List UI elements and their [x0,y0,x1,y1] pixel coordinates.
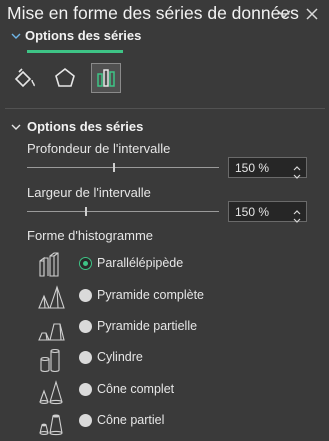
fill-line-icon [14,68,35,88]
radio-box[interactable] [79,257,92,270]
radio-partial-cone[interactable] [79,414,92,427]
gap-width-slider-thumb[interactable] [84,207,87,216]
series-options-bars-icon [97,69,115,87]
spin-up-icon[interactable] [292,159,302,171]
tab-series-options-label: Options des séries [25,28,142,43]
chevron-down-icon [11,124,21,130]
section-series-options[interactable]: Options des séries [11,119,143,134]
radio-full-cone[interactable] [79,383,92,396]
close-icon[interactable] [302,4,322,24]
active-tab-underline [27,50,123,53]
full-pyramid-shape-icon [37,284,65,310]
column-shape-label: Forme d'histogramme [27,228,154,243]
gap-width-spinner[interactable]: 150 % [228,201,307,223]
gap-depth-label: Profondeur de l'intervalle [27,141,171,156]
spin-up-icon[interactable] [292,203,302,215]
spin-down-icon[interactable] [292,212,302,223]
partial-cone-shape-icon [37,410,65,436]
series-options-button[interactable] [91,63,121,93]
option-label-partial-cone[interactable]: Cône partiel [97,413,164,427]
option-label-partial-pyramid[interactable]: Pyramide partielle [97,319,197,333]
chevron-down-icon[interactable] [274,4,294,24]
section-title: Options des séries [27,119,144,134]
divider [5,108,325,109]
gap-width-label: Largeur de l'intervalle [27,185,151,200]
gap-width-value: 150 % [235,205,270,219]
radio-full-pyramid[interactable] [79,289,92,302]
partial-pyramid-shape-icon [37,316,65,342]
tab-series-options[interactable]: Options des séries [11,28,141,43]
gap-depth-spinner[interactable]: 150 % [228,157,307,179]
full-cone-shape-icon [37,379,65,405]
radio-cylinder[interactable] [79,351,92,364]
box-shape-icon [37,252,65,278]
gap-depth-slider[interactable] [27,167,219,168]
cylinder-shape-icon [37,347,65,373]
option-label-cylinder[interactable]: Cylindre [97,350,143,364]
effects-button[interactable] [50,63,80,93]
radio-partial-pyramid[interactable] [79,320,92,333]
option-label-full-cone[interactable]: Cône complet [97,382,174,396]
effects-pentagon-icon [55,67,75,87]
spin-down-icon[interactable] [292,168,302,179]
fill-line-button[interactable] [9,63,39,93]
pane-title: Mise en forme des séries de données [7,3,299,23]
option-label-box[interactable]: Parallélépipède [97,256,183,270]
gap-depth-value: 150 % [235,161,270,175]
option-label-full-pyramid[interactable]: Pyramide complète [97,288,204,302]
chevron-down-icon [11,28,25,43]
gap-depth-slider-thumb[interactable] [113,163,116,172]
gap-width-slider[interactable] [27,211,219,212]
